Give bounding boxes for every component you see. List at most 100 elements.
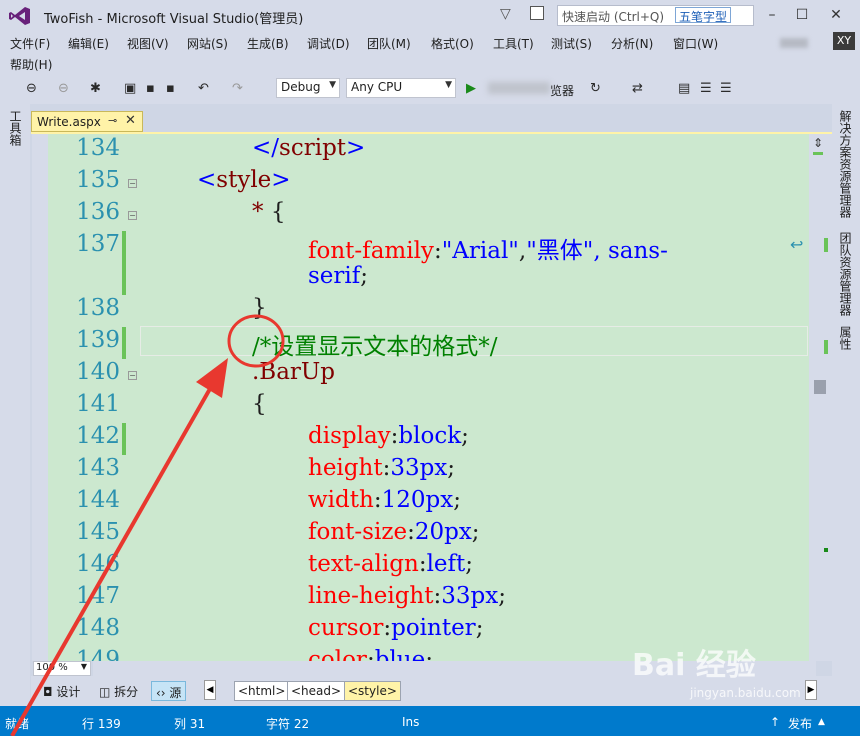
code-token: ;	[447, 455, 456, 481]
properties-tab[interactable]: 属性	[836, 326, 854, 350]
code-token: text-align	[308, 551, 419, 577]
menu-debug[interactable]: 调试(D)	[307, 35, 350, 52]
code-token: }	[252, 295, 267, 321]
menu-window[interactable]: 窗口(W)	[673, 35, 718, 52]
breadcrumb-style[interactable]: <style>	[344, 681, 401, 701]
scrollbar-thumb[interactable]	[814, 380, 826, 394]
design-icon: ◘	[43, 685, 57, 699]
code-token: >	[271, 167, 291, 193]
code-line: color:blue;	[308, 647, 433, 661]
minimize-button[interactable]: –	[762, 6, 782, 24]
code-token: *	[252, 199, 271, 225]
code-line: <style>	[197, 167, 291, 193]
browser-link-icon[interactable]: ⇄	[632, 80, 643, 98]
list-icon[interactable]: ☰	[700, 80, 712, 98]
code-token: "黑体", sans-	[526, 238, 668, 264]
account-avatar[interactable]: XY	[833, 32, 855, 50]
zoom-value: 100 %	[36, 662, 68, 673]
code-token: 20px	[414, 519, 472, 545]
tab-write-aspx[interactable]: Write.aspx ⊸ ✕	[31, 111, 143, 132]
code-token: :	[418, 551, 427, 577]
code-token: ;	[471, 519, 480, 545]
run-target-label[interactable]: 览器	[550, 82, 574, 99]
menu-file[interactable]: 文件(F)	[10, 35, 50, 52]
navigate-forward-icon[interactable]: ⊖	[58, 80, 69, 98]
menu-edit[interactable]: 编辑(E)	[68, 35, 109, 52]
zoom-select[interactable]: 100 % ▼	[33, 661, 91, 676]
view-source-label: 源	[169, 686, 182, 700]
breadcrumb-back-icon[interactable]: ◀	[204, 680, 216, 700]
comment-icon[interactable]: ☰	[720, 80, 732, 98]
page-icon[interactable]: ▤	[678, 80, 690, 98]
start-debugging-icon[interactable]: ▶	[466, 80, 476, 98]
navigate-back-icon[interactable]: ⊖	[26, 80, 37, 98]
code-token: display	[308, 423, 391, 449]
solution-platform-select[interactable]: Any CPU ▼	[346, 78, 456, 98]
chevron-down-icon: ▼	[445, 80, 452, 90]
visual-studio-logo-icon	[9, 7, 30, 25]
code-line: height:33px;	[308, 455, 455, 481]
refresh-icon[interactable]: ↻	[590, 80, 601, 98]
menu-tools[interactable]: 工具(T)	[493, 35, 534, 52]
menu-website[interactable]: 网站(S)	[187, 35, 228, 52]
breadcrumb-forward-icon[interactable]: ▶	[805, 680, 817, 700]
undo-icon[interactable]: ↶	[198, 80, 209, 98]
code-token: 33px	[390, 455, 448, 481]
breadcrumb-head[interactable]: <head>	[287, 681, 346, 701]
breadcrumb-html[interactable]: <html>	[234, 681, 290, 701]
publish-icon[interactable]: ↑	[770, 715, 780, 729]
menu-team[interactable]: 团队(M)	[367, 35, 411, 52]
line-number: 135	[76, 167, 120, 193]
view-source-button[interactable]: ‹› 源	[151, 681, 187, 701]
toolbox-tab[interactable]: 工具箱	[6, 110, 24, 146]
menu-help[interactable]: 帮助(H)	[10, 56, 52, 73]
vertical-scrollbar[interactable]: ⇕	[809, 134, 832, 661]
code-token: line-height	[308, 583, 434, 609]
menu-view[interactable]: 视图(V)	[127, 35, 169, 52]
save-all-icon[interactable]: ▪	[166, 80, 175, 98]
chevron-down-icon: ▼	[80, 662, 87, 671]
code-editor[interactable]: 134 </script> 135 <style> −136 * {−137 font-fa…	[32, 134, 816, 661]
status-line: 行 139	[82, 717, 121, 731]
split-icon[interactable]: ⇕	[813, 136, 823, 150]
menu-build[interactable]: 生成(B)	[247, 35, 289, 52]
code-token: ;	[425, 647, 433, 661]
maximize-button[interactable]: ☐	[792, 6, 812, 24]
baidu-watermark: Bai 经验	[632, 648, 756, 683]
run-target-name	[488, 82, 550, 94]
save-icon[interactable]: ▪	[146, 80, 155, 98]
code-line: </script>	[252, 135, 365, 161]
menu-test[interactable]: 测试(S)	[551, 35, 592, 52]
notifications-icon[interactable]	[530, 6, 544, 20]
menu-format[interactable]: 格式(O)	[431, 35, 474, 52]
code-token: blue	[374, 647, 426, 661]
chevron-up-icon[interactable]: ▲	[818, 717, 825, 727]
collapse-outline-icon[interactable]: −	[128, 211, 137, 220]
code-token: :	[373, 487, 382, 513]
configuration-value: Debug	[281, 80, 321, 94]
view-design-button[interactable]: ◘ 设计	[39, 681, 84, 701]
collapse-outline-icon[interactable]: −	[128, 371, 137, 380]
collapse-outline-icon[interactable]: −	[128, 179, 137, 188]
redo-icon[interactable]: ↷	[232, 80, 243, 98]
solution-configuration-select[interactable]: Debug ▼	[276, 78, 340, 98]
code-line: cursor:pointer;	[308, 615, 483, 641]
pin-icon[interactable]: ⊸	[108, 114, 117, 127]
view-split-button[interactable]: ◫ 拆分	[95, 681, 142, 701]
solution-explorer-tab[interactable]: 解决方案资源管理器	[836, 110, 854, 218]
new-project-icon[interactable]: ✱	[90, 80, 101, 98]
team-explorer-tab[interactable]: 团队资源管理器	[836, 232, 854, 316]
change-marker	[813, 152, 823, 155]
left-dock-strip	[0, 104, 30, 706]
code-token: "Arial"	[441, 238, 519, 264]
close-icon[interactable]: ✕	[125, 113, 136, 128]
open-file-icon[interactable]: ▣	[124, 80, 136, 98]
menu-analyze[interactable]: 分析(N)	[611, 35, 653, 52]
code-token: >	[346, 135, 366, 161]
line-number: 138	[76, 295, 120, 321]
code-token: block	[398, 423, 462, 449]
close-window-button[interactable]: ✕	[826, 6, 846, 24]
change-marker	[824, 238, 828, 252]
feedback-filter-icon[interactable]: ▽	[500, 6, 511, 22]
status-publish[interactable]: 发布	[788, 715, 812, 732]
